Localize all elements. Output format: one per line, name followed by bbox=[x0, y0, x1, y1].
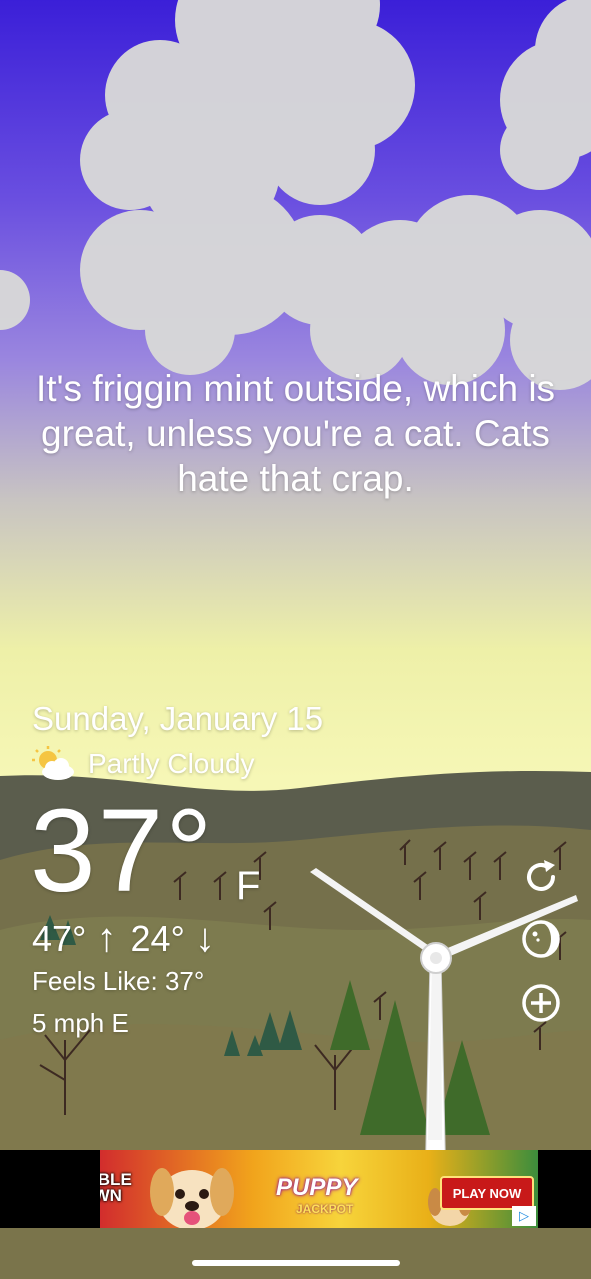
current-date: Sunday, January 15 bbox=[32, 700, 324, 737]
moon-phase-button[interactable] bbox=[520, 918, 562, 960]
low-temperature: 24° bbox=[130, 917, 185, 959]
add-location-icon bbox=[522, 984, 560, 1022]
moon-phase-icon bbox=[522, 920, 560, 958]
weather-message: It's friggin mint outside, which is grea… bbox=[35, 368, 556, 499]
high-temperature: 47° bbox=[32, 917, 87, 959]
condition-row: Partly Cloudy bbox=[30, 744, 255, 784]
add-location-button[interactable] bbox=[520, 982, 562, 1024]
home-indicator[interactable] bbox=[192, 1260, 400, 1266]
weather-scene bbox=[0, 0, 591, 1279]
ad-choices-icon[interactable]: ▷ bbox=[512, 1206, 536, 1226]
arrow-up-icon: ↑ bbox=[96, 916, 117, 960]
arrow-down-icon: ↓ bbox=[194, 916, 215, 960]
ad-game-subtitle: JACKPOT bbox=[296, 1202, 354, 1216]
high-low: 47° ↑ 24° ↓ bbox=[32, 916, 229, 961]
wind-speed: 5 mph E bbox=[32, 1008, 129, 1038]
partly-cloudy-icon bbox=[30, 744, 78, 784]
clouds bbox=[0, 0, 591, 390]
refresh-button[interactable] bbox=[520, 856, 562, 898]
ad-play-now-button[interactable]: PLAY NOW bbox=[440, 1176, 534, 1210]
ad-game-title: PUPPY bbox=[276, 1174, 358, 1201]
refresh-icon bbox=[527, 860, 555, 891]
feels-like: Feels Like: 37° bbox=[32, 966, 205, 996]
temperature-unit: F bbox=[236, 864, 261, 908]
weather-screen: It's friggin mint outside, which is grea… bbox=[0, 0, 591, 1279]
condition-label: Partly Cloudy bbox=[88, 748, 255, 779]
ad-brand-logo: DOUBLE DOWN bbox=[100, 1170, 132, 1205]
current-temperature: 37° bbox=[30, 785, 215, 917]
